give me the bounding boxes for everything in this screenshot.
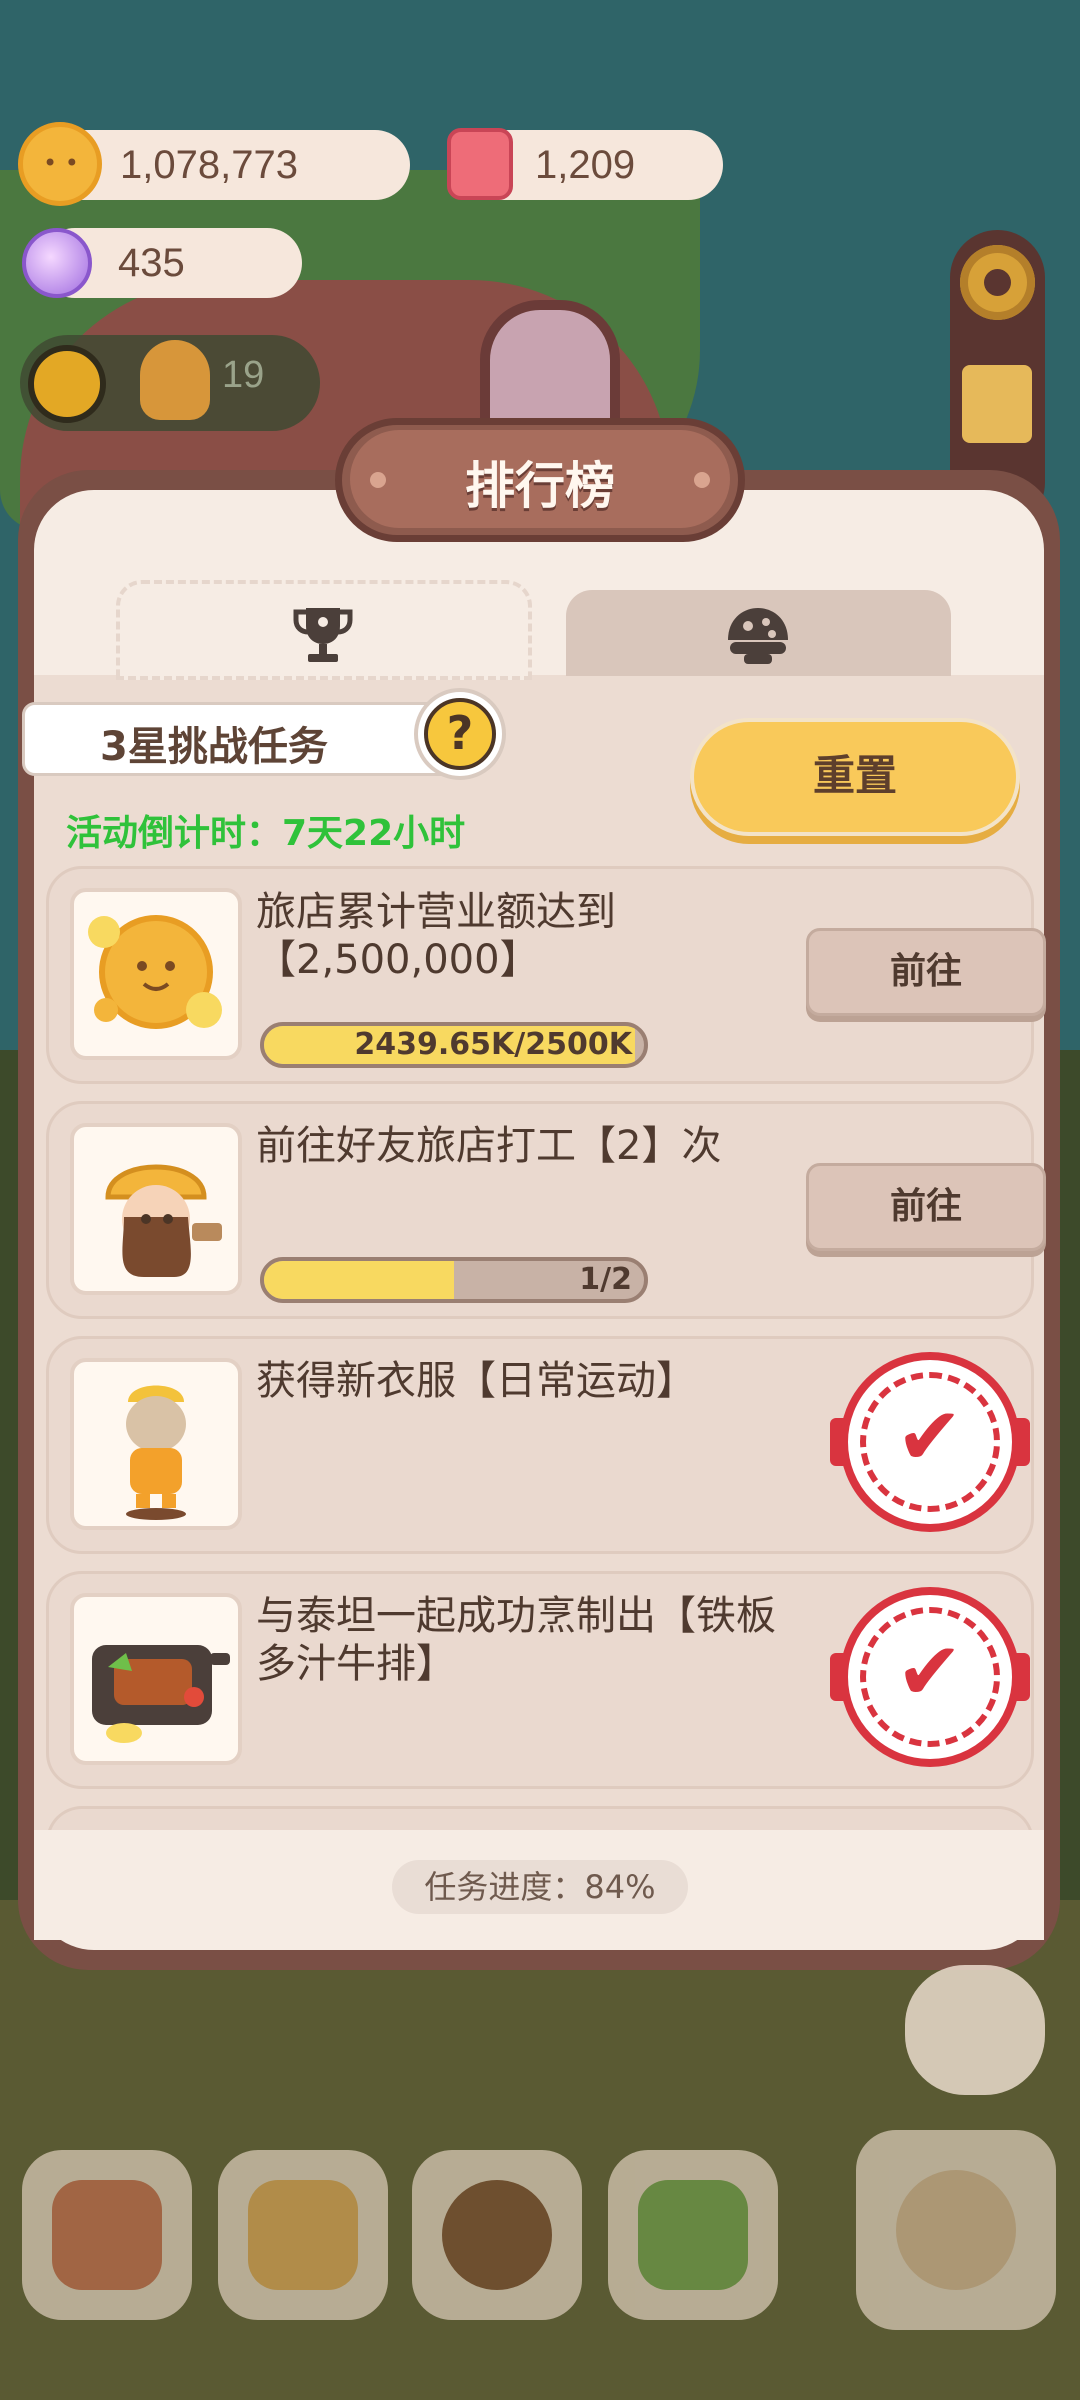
coin-pile-icon <box>88 915 222 1029</box>
gem-icon <box>447 128 513 200</box>
task-description: 获得新衣服【日常运动】 <box>256 1358 696 1404</box>
task-thumbnail <box>70 888 242 1060</box>
checkmark-icon: ✔ <box>896 1625 964 1718</box>
task-thumbnail <box>70 1358 242 1530</box>
task-thumbnail <box>70 1593 242 1765</box>
notebook-icon <box>248 2180 358 2290</box>
floating-character-button[interactable] <box>905 1965 1045 2095</box>
completed-stamp: ✔ <box>830 1587 1030 1767</box>
character-icon <box>140 340 210 420</box>
nav-cook-button[interactable] <box>412 2150 582 2320</box>
go-button[interactable]: 前往 <box>806 928 1046 1016</box>
nav-build-button[interactable] <box>22 2150 192 2320</box>
badge-count: 19 <box>222 354 265 396</box>
settings-gear-icon[interactable] <box>960 245 1035 320</box>
reset-button[interactable]: 重置 <box>690 718 1020 836</box>
task-progress-text: 2439.65K/2500K <box>354 1027 632 1062</box>
task-description: 旅店累计营业额达到【2,500,000】 <box>256 889 616 983</box>
task-progress-text: 1/2 <box>579 1262 632 1297</box>
steak-plate-icon <box>92 1645 230 1743</box>
task-description: 前往好友旅店打工【2】次 <box>256 1123 722 1169</box>
panel-title: 排行榜 <box>465 457 615 515</box>
outfit-character-icon <box>126 1385 186 1520</box>
coin-count: 1,078,773 <box>120 143 298 187</box>
completed-stamp: ✔ <box>830 1352 1030 1532</box>
task-thumbnail <box>70 1123 242 1295</box>
nav-notes-button[interactable] <box>218 2150 388 2320</box>
candy-icon <box>22 228 92 298</box>
checkmark-icon: ✔ <box>896 1390 964 1483</box>
challenge-label: 3星挑战任务 <box>100 724 328 770</box>
go-button[interactable]: 前往 <box>806 1163 1046 1251</box>
worker-character-icon <box>105 1164 222 1277</box>
event-countdown: 活动倒计时：7天22小时 <box>66 813 466 854</box>
nav-shop-button[interactable] <box>608 2150 778 2320</box>
shell-icon <box>728 608 788 664</box>
gem-count: 1,209 <box>535 143 636 187</box>
mushroom-house-icon <box>52 2180 162 2290</box>
side-card-icon[interactable] <box>962 365 1032 443</box>
sun-icon <box>28 345 106 423</box>
question-icon[interactable]: ? <box>424 698 496 770</box>
trophy-icon <box>293 608 353 662</box>
coin-icon <box>18 122 102 206</box>
pot-icon <box>442 2180 552 2290</box>
nav-character-button[interactable] <box>856 2130 1056 2330</box>
task-description: 与泰坦一起成功烹制出【铁板多汁牛排】 <box>256 1593 776 1687</box>
shop-stall-icon <box>638 2180 748 2290</box>
character-alarm-icon <box>896 2170 1016 2290</box>
candy-count: 435 <box>118 241 185 285</box>
task-progress-summary: 任务进度：84% <box>392 1860 688 1914</box>
